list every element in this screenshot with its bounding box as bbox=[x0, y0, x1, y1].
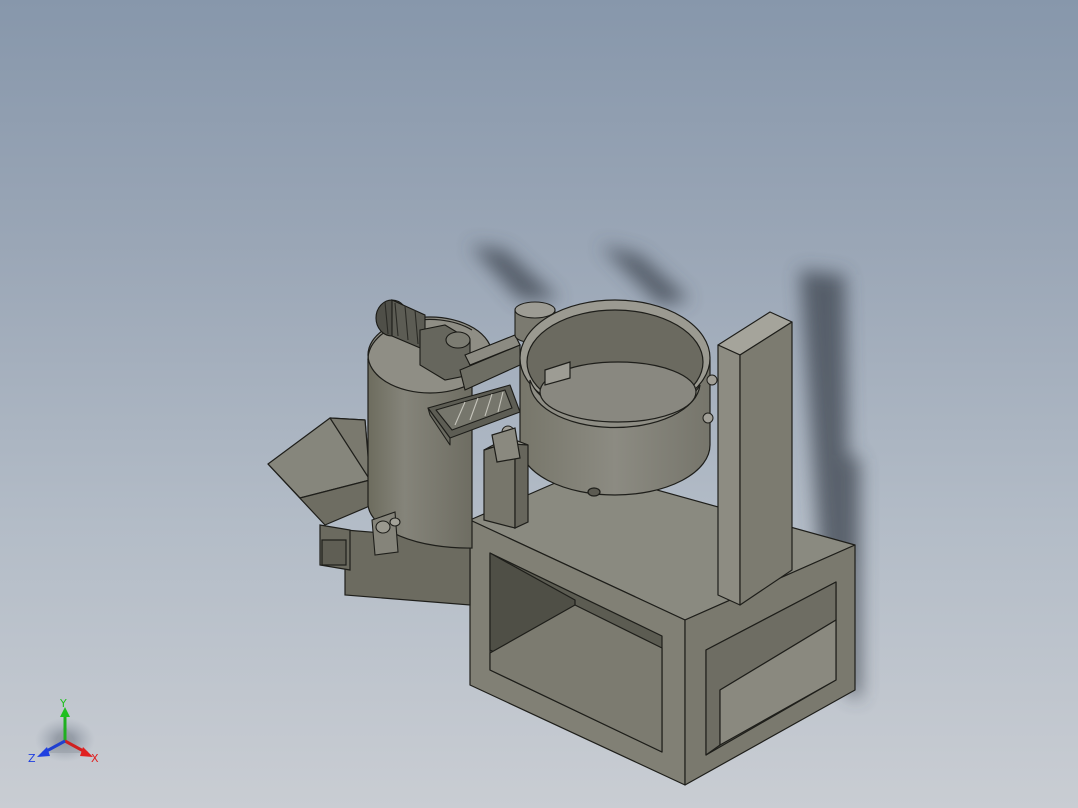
cad-viewport[interactable]: Y X Z bbox=[0, 0, 1078, 808]
pipe-clamp[interactable] bbox=[371, 511, 401, 556]
support-post[interactable] bbox=[483, 427, 529, 529]
upright-plate[interactable] bbox=[717, 311, 793, 606]
vibrating-bowl[interactable] bbox=[519, 299, 711, 497]
x-axis-label: X bbox=[91, 752, 99, 765]
machine-model[interactable] bbox=[0, 0, 1078, 808]
y-axis-label: Y bbox=[59, 697, 67, 710]
view-orientation-triad[interactable]: Y X Z bbox=[25, 695, 115, 775]
z-axis-label: Z bbox=[28, 752, 36, 765]
discharge-chute[interactable] bbox=[267, 417, 373, 526]
